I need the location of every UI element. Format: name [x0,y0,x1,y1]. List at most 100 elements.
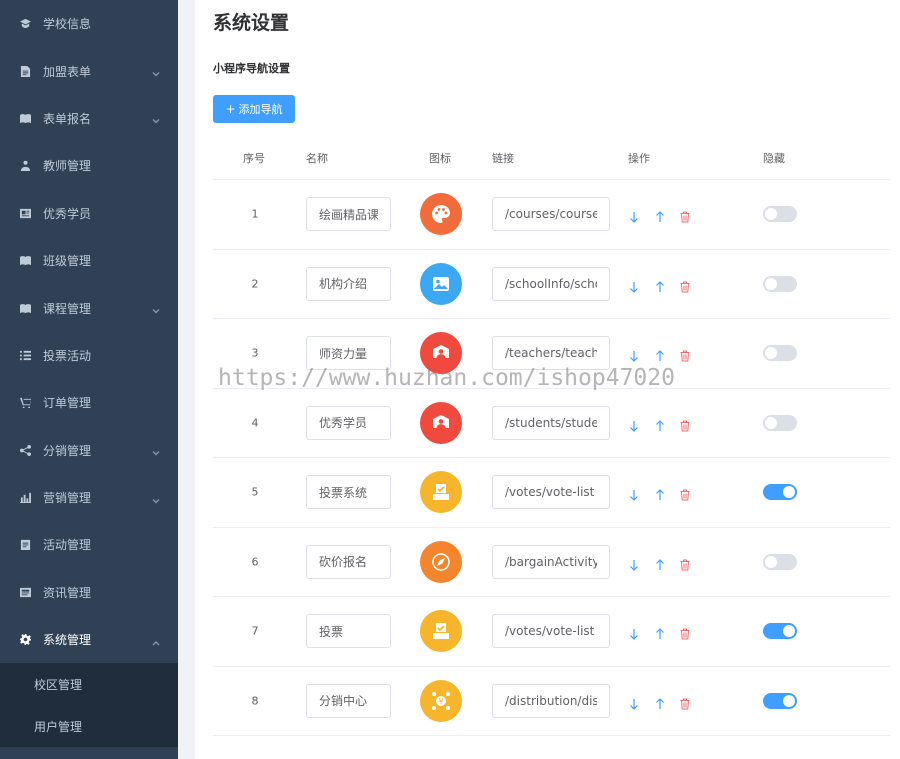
sidebar-item-7[interactable]: 课程管理 [0,284,178,331]
book-icon [18,254,32,268]
table-row: 1 [213,180,890,250]
nav-link-input[interactable] [492,336,610,371]
submenu-item-2[interactable]: 用户管理 [0,705,178,747]
add-nav-button[interactable]: + 添加导航 [213,95,295,123]
hidden-toggle[interactable] [763,484,797,501]
delete-icon[interactable] [679,556,691,571]
picture-icon[interactable] [420,262,462,305]
delete-icon[interactable] [679,278,691,293]
settings-card: 系统设置 小程序导航设置 + 添加导航 序号 名称 图标 链接 操作 隐藏 1 2… [195,0,900,759]
nav-name-input[interactable] [306,614,391,649]
sidebar-item-10[interactable]: 分销管理 [0,427,178,474]
nav-link-input[interactable] [492,614,610,649]
row-index: 1 [251,207,259,221]
hidden-toggle[interactable] [763,414,797,431]
table-row: 3 [213,319,890,389]
toggle-knob [783,625,795,638]
delete-icon[interactable] [679,625,691,640]
move-down-icon[interactable] [628,347,640,363]
sidebar-item-14[interactable]: 系统管理 [0,616,178,663]
move-down-icon[interactable] [628,695,640,710]
sidebar-item-label: 投票活动 [43,348,92,363]
move-down-icon[interactable] [628,208,640,224]
sidebar-item-4[interactable]: 教师管理 [0,142,178,189]
move-up-icon[interactable] [654,347,666,362]
column-header-index: 序号 [243,152,265,165]
palette-icon[interactable] [420,193,462,236]
move-down-icon[interactable] [628,556,640,571]
nav-name-input[interactable] [306,475,391,510]
sidebar-item-5[interactable]: 优秀学员 [0,190,178,237]
chevron-down-icon [152,494,160,504]
hidden-toggle[interactable] [763,275,797,292]
sidebar-item-label: 加盟表单 [43,64,92,79]
hidden-toggle[interactable] [763,692,797,709]
sidebar-item-13[interactable]: 资讯管理 [0,569,178,616]
move-up-icon[interactable] [654,486,666,501]
sidebar-item-2[interactable]: 加盟表单 [0,47,178,94]
sidebar-item-9[interactable]: 订单管理 [0,379,178,426]
sidebar-item-label: 营销管理 [43,491,92,506]
teacher-icon[interactable] [420,401,462,444]
compass-icon[interactable] [420,540,462,583]
nav-name-input[interactable] [306,405,391,440]
sidebar-item-label: 系统管理 [43,633,92,648]
delete-icon[interactable] [679,417,691,432]
sidebar-item-label: 资讯管理 [43,585,92,600]
nav-link-input[interactable] [492,197,610,232]
share-icon [18,443,32,457]
nav-link-input[interactable] [492,475,610,510]
sidebar-item-1[interactable]: 学校信息 [0,0,178,47]
sidebar-item-11[interactable]: 营销管理 [0,474,178,521]
move-down-icon[interactable] [628,486,640,502]
sidebar-item-6[interactable]: 班级管理 [0,237,178,284]
hidden-toggle[interactable] [763,553,797,570]
column-header-actions: 操作 [628,152,650,165]
nav-link-input[interactable] [492,544,610,579]
column-header-name: 名称 [306,152,328,165]
nav-name-input[interactable] [306,336,391,371]
nav-link-input[interactable] [492,266,610,301]
hidden-toggle[interactable] [763,206,797,223]
move-up-icon[interactable] [654,556,666,570]
vote-box-icon[interactable] [420,471,462,514]
nav-link-input[interactable] [492,405,610,440]
sidebar-item-12[interactable]: 活动管理 [0,521,178,568]
plus-icon: + [225,102,236,116]
sidebar-menu: 学校信息加盟表单表单报名 教师管理 优秀学员 班级管理 课程管理投票活动订单管理 分销管理… [0,0,178,663]
hidden-toggle[interactable] [763,345,797,362]
nav-name-input[interactable] [306,266,391,301]
teacher-icon[interactable] [420,332,462,375]
sidebar-item-3[interactable]: 表单报名 [0,95,178,142]
move-down-icon[interactable] [628,278,640,293]
toggle-knob [765,277,777,290]
delete-icon[interactable] [679,347,691,362]
table-body: 12345678¥ [213,180,890,736]
vote-box-icon[interactable] [420,610,462,653]
submenu-item-1[interactable]: 校区管理 [0,663,178,705]
move-up-icon[interactable] [654,278,666,292]
delete-icon[interactable] [679,486,691,501]
hidden-toggle[interactable] [763,623,797,640]
nav-name-input[interactable] [306,683,391,718]
move-down-icon[interactable] [628,625,640,641]
nav-name-input[interactable] [306,197,391,232]
distribution-icon[interactable]: ¥ [420,679,462,722]
delete-icon[interactable] [679,695,691,710]
toggle-knob [765,208,777,221]
nav-name-input[interactable] [306,544,391,579]
move-up-icon[interactable] [654,417,666,431]
sidebar-item-label: 活动管理 [43,538,92,553]
sidebar: 学校信息加盟表单表单报名 教师管理 优秀学员 班级管理 课程管理投票活动订单管理 分销管理… [0,0,178,759]
nav-link-input[interactable] [492,683,610,718]
column-header-hidden: 隐藏 [763,152,785,165]
move-up-icon[interactable] [654,695,666,709]
sidebar-item-8[interactable]: 投票活动 [0,332,178,379]
move-down-icon[interactable] [628,417,640,432]
form-icon [18,64,32,78]
row-index: 5 [251,485,259,499]
move-up-icon[interactable] [654,208,666,223]
delete-icon[interactable] [679,208,691,223]
add-nav-button-label: 添加导航 [238,103,283,116]
move-up-icon[interactable] [654,625,666,640]
